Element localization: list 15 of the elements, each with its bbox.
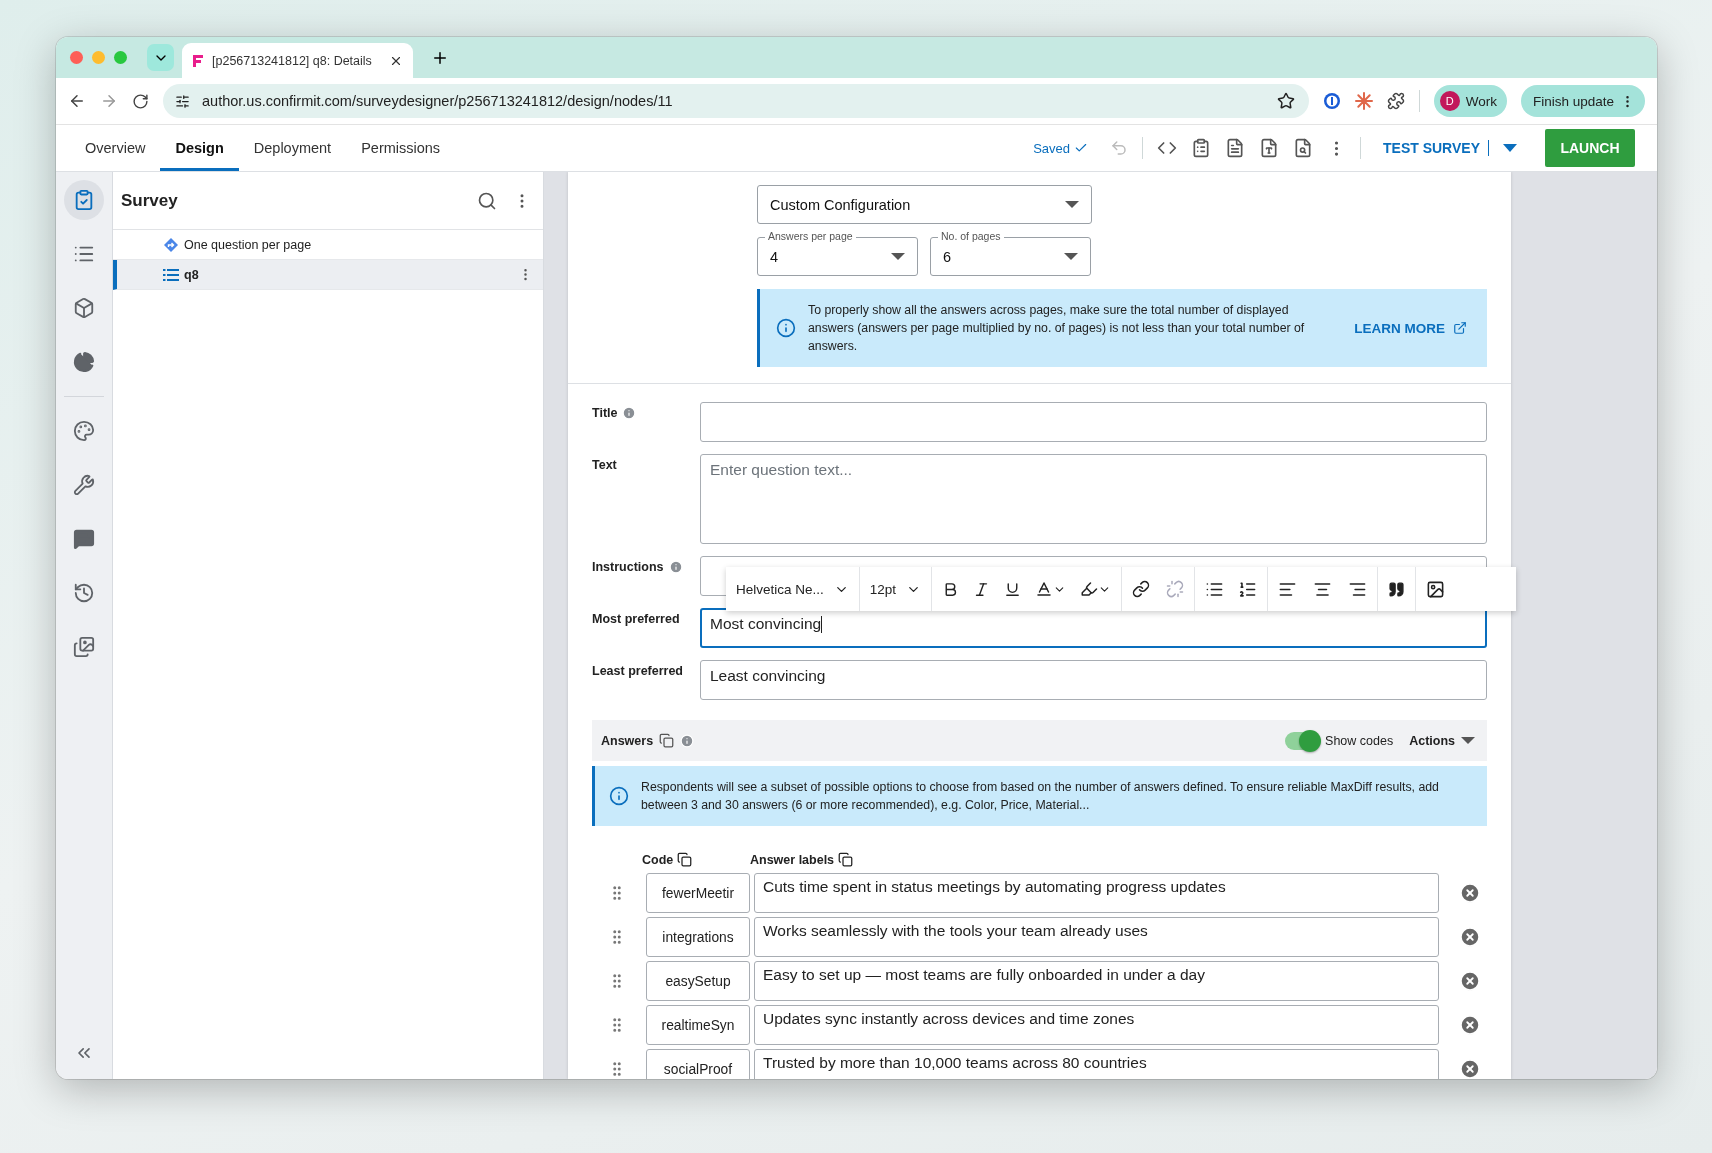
notice-text: To properly show all the answers across pages, make sure the total number of displayed answers (answers per page multiplied by no. of pages) is not less than your total number of answers. [808, 302, 1306, 355]
toggle-label: Show codes [1325, 733, 1394, 748]
section-title: Answers [601, 733, 654, 748]
column-header: Answer labels [750, 852, 835, 867]
column-header: Code [642, 852, 674, 867]
saved-status: Saved [1033, 140, 1070, 156]
field-label: Instructions [592, 560, 664, 574]
field-label: Least preferred [592, 664, 683, 678]
field-label: Text [592, 458, 617, 472]
select-label: No. of pages [938, 230, 1004, 243]
notice-text: Respondents will see a subset of possible options to choose from based on the number of answers defined. To ensure reliable MaxDiff results, add between 3 and 30 answers (6 or more recommended), e.g. Color, Price, Material... [641, 779, 1440, 814]
select-label: Answers per page [765, 230, 856, 243]
field-label: Title [592, 406, 618, 420]
panel-title: Survey [121, 190, 179, 211]
field-label: Most preferred [592, 612, 680, 626]
